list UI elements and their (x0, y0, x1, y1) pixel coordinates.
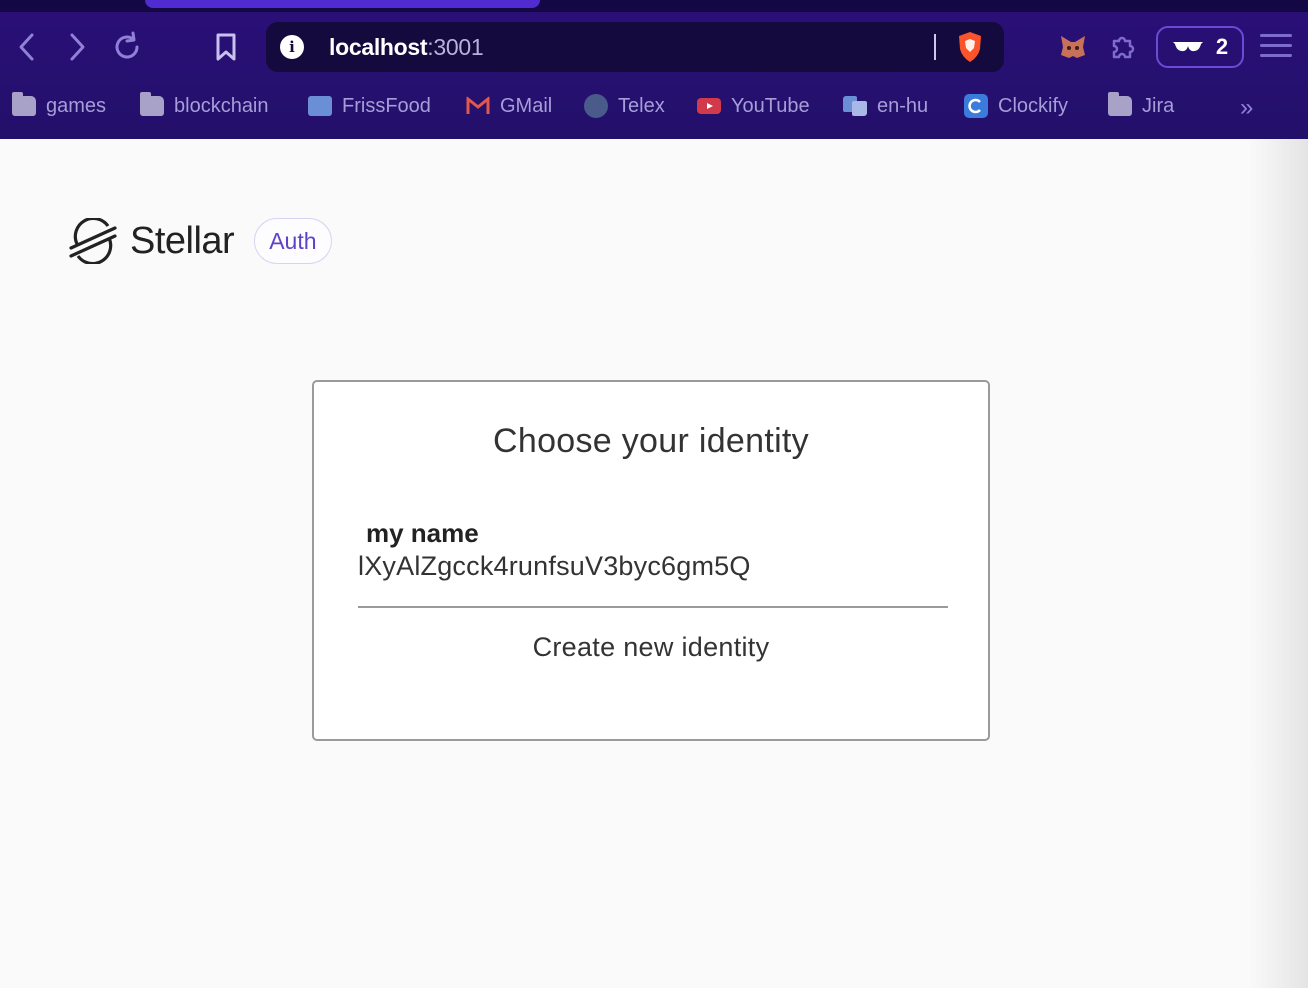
folder-icon (1108, 92, 1132, 116)
bookmark-jira[interactable]: Jira (1108, 92, 1175, 119)
bookmark-gmail[interactable]: GMail (466, 93, 552, 119)
frissfood-icon (308, 96, 332, 116)
identity-name: my name (366, 518, 479, 548)
bookmark-en-hu[interactable]: en-hu (843, 93, 928, 119)
identity-card: Choose your identity my name lXyAlZgcck4… (312, 380, 990, 741)
glasses-icon (1172, 42, 1203, 52)
forward-button[interactable] (58, 28, 96, 66)
site-info-icon[interactable]: i (280, 35, 304, 59)
identity-key: lXyAlZgcck4runfsuV3byc6gm5Q (358, 551, 751, 581)
gmail-icon (466, 96, 490, 114)
translate-icon (843, 96, 867, 116)
identity-item[interactable]: my name lXyAlZgcck4runfsuV3byc6gm5Q (358, 518, 948, 582)
bookmark-icon (216, 33, 236, 61)
stellar-logo-icon (69, 218, 117, 264)
window-edge-shadow (1248, 139, 1308, 988)
back-button[interactable] (8, 28, 46, 66)
metamask-icon[interactable] (1056, 30, 1090, 64)
bookmark-label: FrissFood (342, 94, 431, 117)
chevron-left-icon (19, 33, 34, 61)
reload-button[interactable] (108, 28, 146, 66)
url-text[interactable]: localhost:3001 (329, 34, 484, 61)
menu-icon[interactable] (1260, 34, 1292, 60)
reload-icon (115, 31, 139, 59)
divider (358, 606, 948, 608)
bookmark-telex[interactable]: Telex (584, 93, 665, 119)
bookmark-label: blockchain (174, 94, 269, 117)
bookmark-blockchain[interactable]: blockchain (140, 92, 269, 119)
bookmark-label: en-hu (877, 94, 929, 117)
chevron-right-icon (70, 33, 85, 61)
create-identity-button[interactable]: Create new identity (314, 632, 988, 663)
bookmark-page-button[interactable] (207, 28, 245, 66)
bookmark-games[interactable]: games (12, 92, 107, 119)
bookmark-clockify[interactable]: Clockify (964, 93, 1068, 119)
card-title: Choose your identity (493, 422, 809, 460)
bookmark-label: Clockify (998, 94, 1069, 117)
address-cursor (934, 34, 936, 60)
stellar-logo: Stellar Auth (68, 218, 332, 264)
browser-chrome: i localhost:3001 2 games blockchain Fris… (0, 0, 1308, 139)
bookmark-youtube[interactable]: YouTube (697, 93, 810, 119)
telex-icon (584, 94, 608, 118)
youtube-icon (697, 98, 721, 114)
clockify-icon (964, 94, 988, 118)
bookmark-frissfood[interactable]: FrissFood (308, 93, 431, 119)
active-tab[interactable] (145, 0, 540, 8)
bookmark-label: GMail (500, 94, 553, 117)
address-bar[interactable]: i localhost:3001 (266, 22, 1004, 72)
folder-icon (12, 92, 36, 116)
extensions-puzzle-icon[interactable] (1106, 30, 1140, 64)
wallet-count: 2 (1215, 34, 1229, 59)
bookmark-label: YouTube (731, 94, 810, 117)
bookmarks-bar: games blockchain FrissFood GMail Telex Y… (0, 86, 1308, 126)
folder-icon (140, 92, 164, 116)
brave-shield-icon[interactable] (956, 31, 984, 63)
url-port: :3001 (427, 34, 484, 60)
more-bookmarks-button[interactable]: » (1240, 94, 1253, 122)
wallet-button[interactable]: 2 (1156, 26, 1244, 68)
auth-badge: Auth (254, 218, 332, 264)
url-host: localhost (329, 34, 428, 60)
bookmark-label: Jira (1142, 94, 1175, 117)
bookmark-label: games (46, 94, 107, 117)
brand-name: Stellar (130, 219, 235, 262)
bookmark-label: Telex (618, 94, 665, 117)
